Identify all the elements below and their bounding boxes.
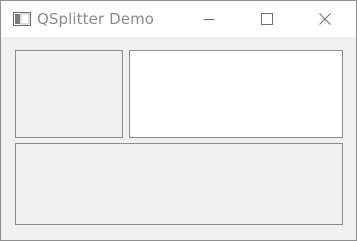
splitter-pane-top-right xyxy=(129,50,343,138)
close-button[interactable] xyxy=(302,1,348,37)
maximize-button[interactable] xyxy=(244,1,290,37)
minimize-button[interactable] xyxy=(186,1,232,37)
main-window: QSplitter Demo xyxy=(0,0,357,241)
splitter-pane-bottom xyxy=(15,143,343,225)
window-title: QSplitter Demo xyxy=(37,10,155,28)
minimize-icon xyxy=(203,10,215,29)
window-app-icon xyxy=(13,11,31,26)
maximize-icon xyxy=(261,10,273,29)
close-icon xyxy=(319,10,331,29)
splitter-pane-top-left xyxy=(15,50,123,138)
title-bar[interactable]: QSplitter Demo xyxy=(1,1,356,37)
